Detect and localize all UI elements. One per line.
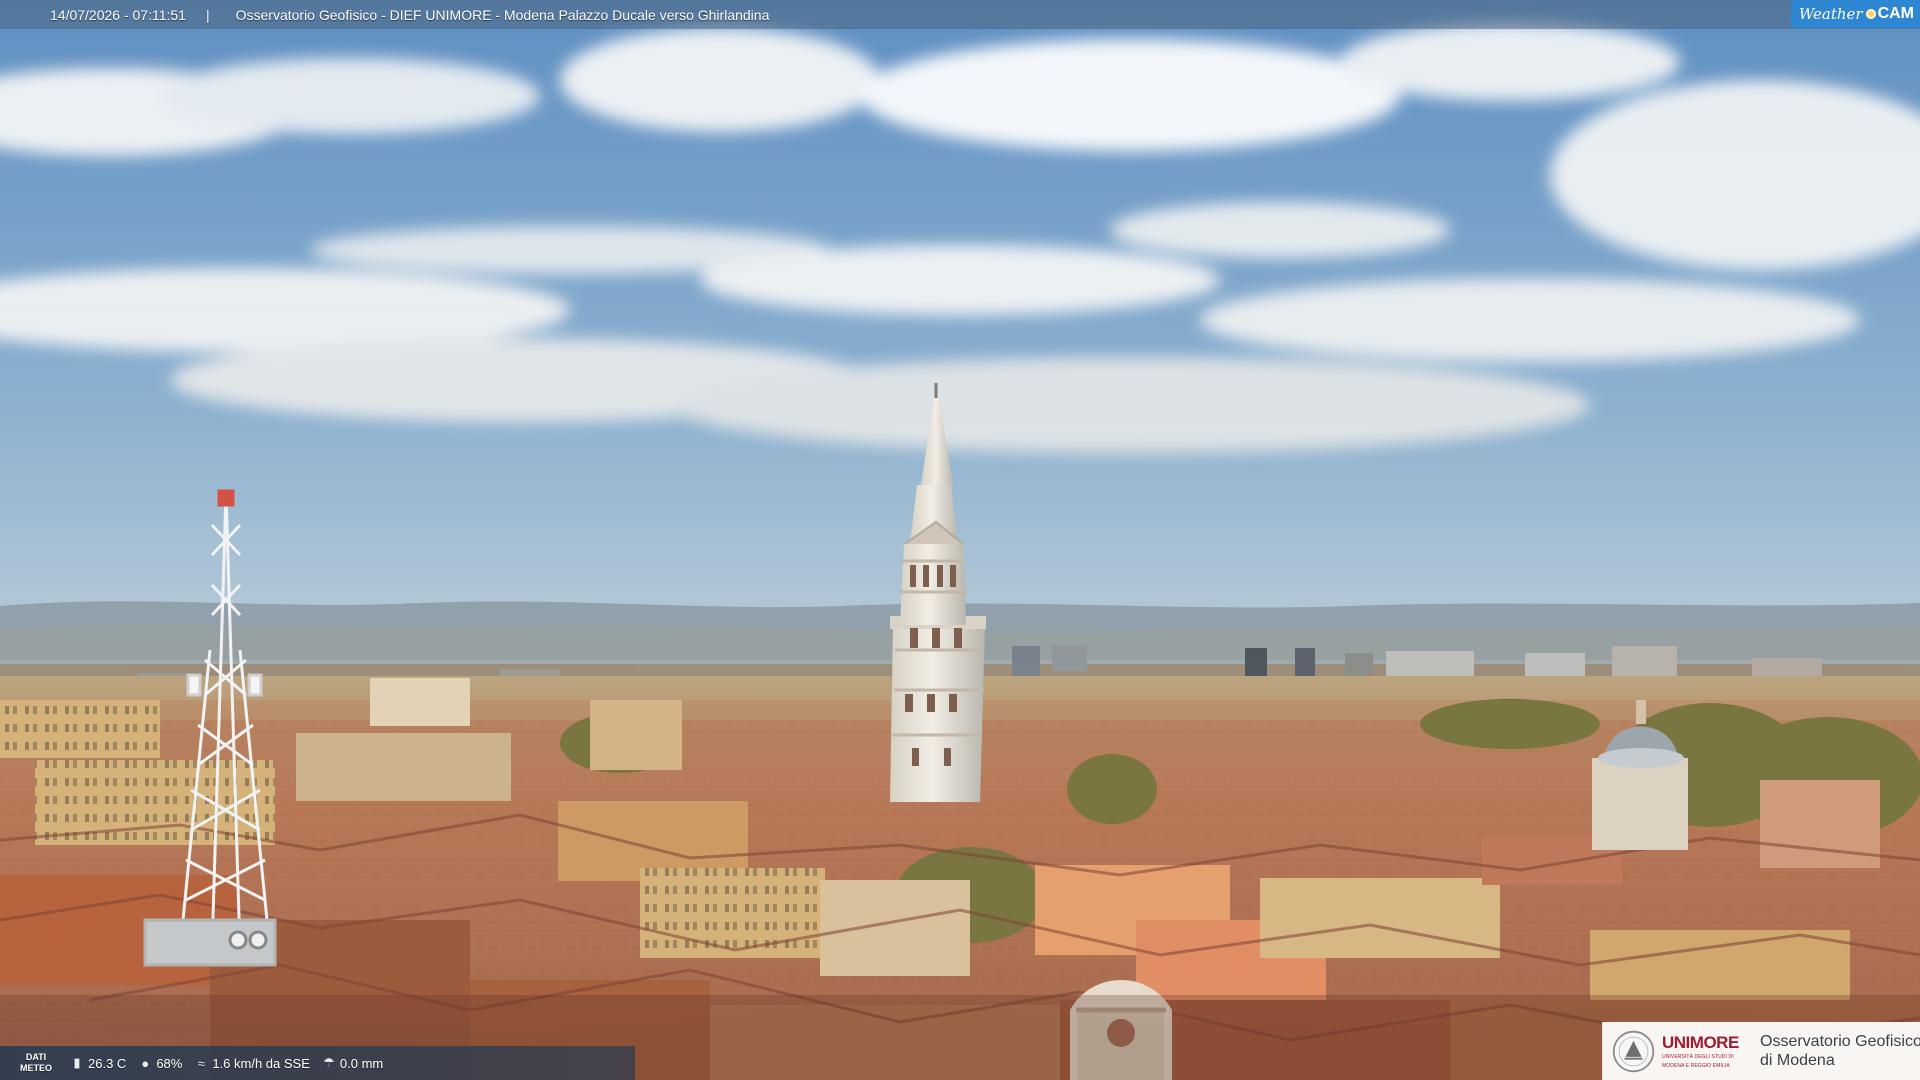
unimore-wordmark: UNIMORE UNIVERSITÀ DEGLI STUDI DI MODENA… [1662, 1034, 1752, 1069]
observatory-line-2: di Modena [1760, 1052, 1835, 1069]
dati-line: DATI [25, 1052, 47, 1062]
wind-value: 1.6 km/h da SSE [212, 1055, 310, 1071]
unimore-observatory-logo: UNIMORE UNIVERSITÀ DEGLI STUDI DI MODENA… [1602, 1022, 1920, 1080]
university-line-1: UNIVERSITÀ DEGLI STUDI DI [1662, 1053, 1734, 1060]
camera-title: Osservatorio Geofisico - DIEF UNIMORE - … [235, 6, 770, 23]
university-line-2: MODENA E REGGIO EMILIA [1662, 1062, 1730, 1069]
unimore-text: UNIMORE [1662, 1032, 1739, 1052]
overlay-header: 14/07/2026 - 07:11:51 | Osservatorio Geo… [0, 0, 1920, 29]
weathercam-logo: Weather CAM [1790, 0, 1920, 28]
weather-brand-word: Weather [1798, 5, 1863, 23]
rain-icon: ☂ [323, 1055, 335, 1070]
cam-brand-word: CAM [1877, 5, 1914, 22]
header-separator: | [205, 6, 210, 23]
rain-reading: ☂ 0.0 mm [322, 1055, 383, 1071]
temperature-reading: ▮ 26.3 C [70, 1055, 126, 1071]
timestamp-label: 14/07/2026 - 07:11:51 [50, 6, 186, 23]
humidity-reading: ● 68% [138, 1056, 182, 1071]
observatory-name: Osservatorio Geofisico di Modena [1760, 1032, 1920, 1070]
thermometer-icon: ▮ [73, 1055, 81, 1070]
meteo-data-strip: DATI METEO ▮ 26.3 C ● 68% ≈ 1.6 km/h da … [0, 1046, 635, 1080]
wind-reading: ≈ 1.6 km/h da SSE [194, 1056, 310, 1071]
rain-value: 0.0 mm [339, 1055, 384, 1071]
humidity-drop-icon: ● [141, 1055, 150, 1071]
unimore-seal-icon [1612, 1030, 1655, 1072]
modena-panorama [0, 0, 1920, 1080]
dati-meteo-label: DATI METEO [14, 1052, 58, 1074]
webcam-frame: 14/07/2026 - 07:11:51 | Osservatorio Geo… [0, 0, 1920, 1080]
temperature-value: 26.3 C [88, 1055, 127, 1071]
meteo-line: METEO [19, 1063, 52, 1073]
humidity-value: 68% [156, 1055, 183, 1071]
sun-icon [1865, 9, 1876, 19]
observatory-line-1: Osservatorio Geofisico [1760, 1033, 1920, 1050]
wind-icon: ≈ [197, 1055, 205, 1071]
